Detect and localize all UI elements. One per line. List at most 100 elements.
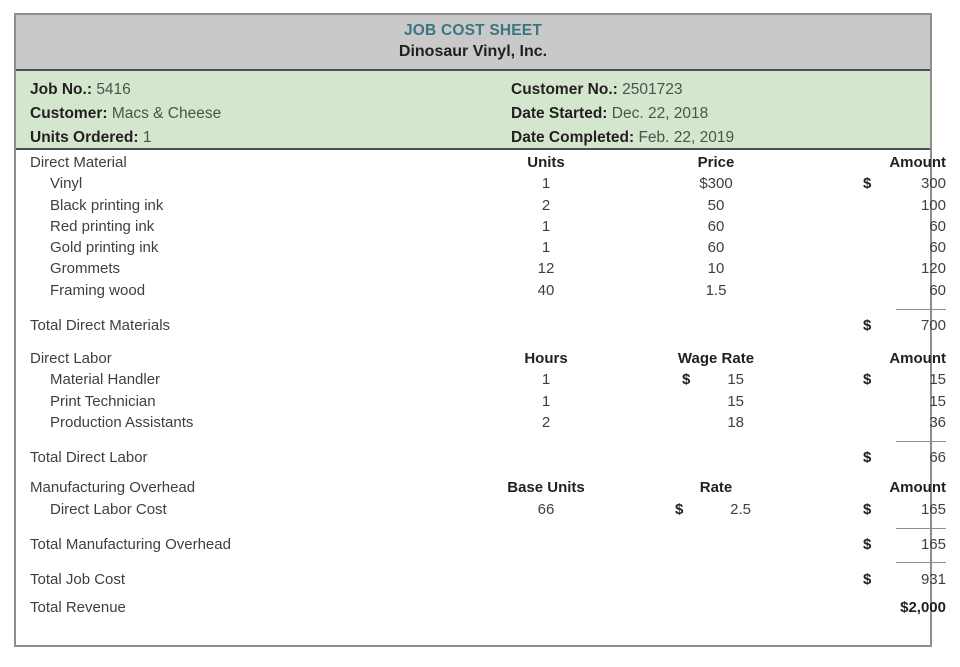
item-hours: 1 [541,392,551,410]
section-header-manufacturing-overhead: Manufacturing Overhead Base Units Rate A… [16,479,946,500]
rate-value: 15 [727,371,744,389]
total-label: Total Direct Labor [30,449,148,467]
column-header-amount: Amount [889,350,946,368]
column-header-amount: Amount [889,479,946,497]
info-value-date-started: Dec. 22, 2018 [611,105,709,122]
item-name: Production Assistants [50,413,194,431]
item-units: 12 [537,260,555,278]
amount-value: 36 [929,413,946,431]
item-hours: 1 [541,371,551,389]
column-header-hours: Hours [524,350,568,368]
total-label: Total Manufacturing Overhead [30,535,231,553]
item-hours: 2 [541,413,551,431]
subtotal-rule-direct-materials [16,303,946,317]
amount-value: 60 [929,281,946,299]
column-header-price: Price [697,154,735,171]
item-name: Grommets [50,260,121,278]
table-row: Material Handler 1 $ 15 $ 15 [16,371,946,392]
rule-line [896,441,946,443]
column-header-base-units: Base Units [507,479,585,497]
item-name: Gold printing ink [50,239,159,257]
item-name: Direct Labor Cost [50,500,167,518]
info-row-date-started: Date Started: Dec. 22, 2018 [511,102,734,126]
rate-value: 2.5 [730,500,751,518]
item-units: 40 [537,281,555,299]
amount-value: 931 [920,570,946,588]
info-label-customer: Customer: [30,105,108,122]
job-info-band: Job No.: 5416 Customer: Macs & Cheese Un… [16,71,930,150]
total-row-direct-labor: Total Direct Labor $ 66 [16,449,946,471]
info-row-customer-no: Customer No.: 2501723 [511,78,734,102]
amount-value: 60 [929,217,946,235]
job-info-right-column: Customer No.: 2501723 Date Started: Dec.… [511,78,734,150]
rule-line [896,561,946,563]
table-row: Vinyl 1 $300 $ 300 [16,175,946,196]
item-name: Framing wood [50,281,146,299]
table-row: Black printing ink 2 50 100 [16,196,946,218]
column-header-rate: Rate [699,479,733,497]
item-name: Print Technician [50,392,156,410]
amount-value: 120 [920,260,946,278]
info-label-date-completed: Date Completed: [511,129,635,146]
total-row-job-cost: Total Job Cost $ 931 [16,570,946,593]
column-header-units: Units [527,154,565,171]
info-value-job-no: 5416 [96,81,131,98]
rule-line [896,309,946,311]
total-row-revenue: Total Revenue $2,000 [16,598,946,621]
item-price: 10 [707,260,725,278]
table-row: Grommets 12 10 120 [16,260,946,281]
info-value-customer-no: 2501723 [622,81,683,98]
info-label-date-started: Date Started: [511,105,608,122]
amount-value: 60 [929,239,946,257]
job-cost-sheet: JOB COST SHEET Dinosaur Vinyl, Inc. Job … [14,13,946,647]
item-units: 1 [541,175,551,193]
total-label: Total Job Cost [30,570,126,588]
item-name: Black printing ink [50,196,164,214]
item-units: 1 [541,239,551,257]
item-price: 60 [707,239,725,257]
item-name: Vinyl [50,175,83,193]
info-value-customer: Macs & Cheese [111,105,222,122]
info-label-units-ordered: Units Ordered: [30,129,139,146]
cost-table-body: Direct Material Units Price Amount Vinyl… [16,150,946,621]
amount-value: $2,000 [900,598,946,616]
column-header-wage-rate: Wage Rate [677,350,755,368]
column-header-amount: Amount [889,154,946,171]
info-row-date-completed: Date Completed: Feb. 22, 2019 [511,126,734,150]
rate-value: 18 [727,413,744,431]
total-row-direct-materials: Total Direct Materials $ 700 [16,317,946,339]
total-row-manufacturing-overhead: Total Manufacturing Overhead $ 165 [16,535,946,558]
item-price: $300 [699,175,733,193]
amount-value: 66 [929,449,946,467]
total-label: Total Direct Materials [30,317,171,335]
item-price: 60 [707,217,725,235]
info-row-units-ordered: Units Ordered: 1 [30,126,221,150]
item-base-units: 66 [537,500,555,518]
sheet-title-band: JOB COST SHEET Dinosaur Vinyl, Inc. [16,15,930,71]
rule-line [896,527,946,529]
table-row: Red printing ink 1 60 60 [16,217,946,239]
info-row-customer: Customer: Macs & Cheese [30,102,221,126]
section-label-direct-material: Direct Material [30,154,127,171]
amount-value: 300 [920,175,946,193]
amount-value: 165 [920,535,946,553]
section-label-manufacturing-overhead: Manufacturing Overhead [30,479,196,497]
page-title: JOB COST SHEET [403,22,543,39]
subtotal-rule-job-cost [16,558,946,571]
job-info-left-column: Job No.: 5416 Customer: Macs & Cheese Un… [30,78,221,150]
table-row: Direct Labor Cost 66 $ 2.5 $ 165 [16,500,946,522]
item-name: Material Handler [50,371,161,389]
item-price: 1.5 [705,281,727,299]
amount-value: 100 [920,196,946,214]
table-row: Framing wood 40 1.5 60 [16,281,946,303]
section-header-direct-material: Direct Material Units Price Amount [16,154,946,175]
table-row: Gold printing ink 1 60 60 [16,239,946,260]
item-price: 50 [707,196,725,214]
section-label-direct-labor: Direct Labor [30,350,112,368]
item-name: Red printing ink [50,217,155,235]
item-units: 1 [541,217,551,235]
total-label: Total Revenue [30,598,126,616]
amount-value: 15 [929,392,946,410]
subtotal-rule-direct-labor [16,435,946,449]
amount-value: 700 [920,317,946,335]
